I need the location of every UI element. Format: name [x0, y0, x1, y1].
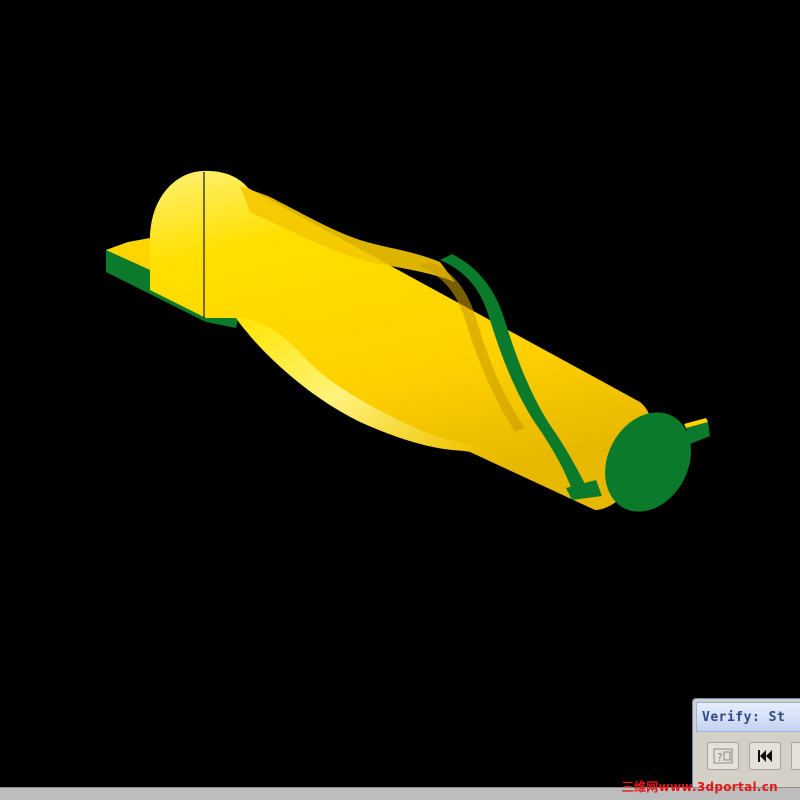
svg-text:?: ?	[717, 751, 723, 764]
cutter-body[interactable]	[150, 170, 652, 511]
watermark-text: 三维网www.3dportal.cn	[621, 780, 778, 794]
help-button[interactable]: ?	[707, 742, 739, 770]
graphics-viewport[interactable]	[0, 0, 800, 800]
rewind-to-start-button[interactable]	[749, 742, 781, 770]
verify-title: Verify: St	[702, 710, 786, 725]
verify-titlebar[interactable]: Verify: St	[696, 702, 800, 732]
next-button[interactable]	[791, 742, 800, 770]
toolpath-verify-scene	[106, 170, 710, 512]
skip-to-start-icon	[758, 750, 772, 762]
help-query-icon: ?	[713, 748, 733, 764]
